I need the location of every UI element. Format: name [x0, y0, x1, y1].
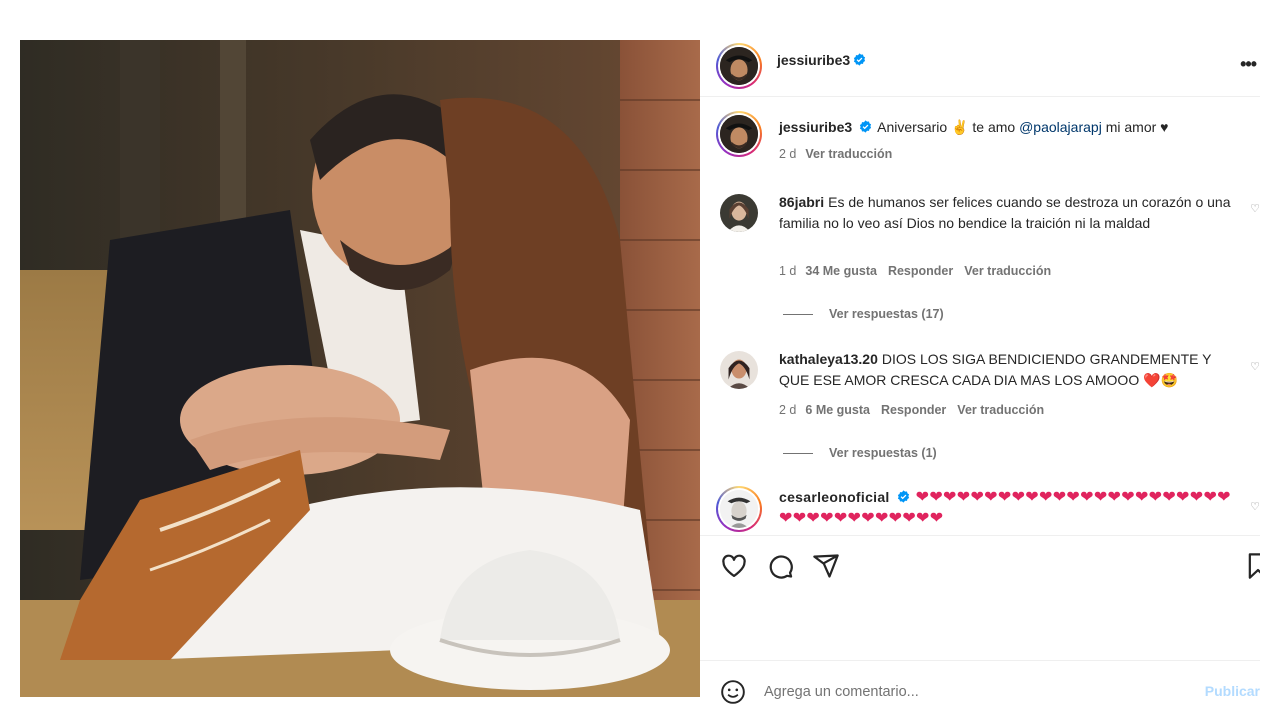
bookmark-icon[interactable] — [1244, 552, 1260, 580]
caption-meta: 2 d Ver traducción — [779, 147, 903, 161]
view-replies-button[interactable]: Ver respuestas (17) — [783, 307, 944, 321]
view-replies-button[interactable]: Ver respuestas (1) — [783, 446, 937, 460]
comment-time[interactable]: 1 d — [779, 264, 796, 278]
comment-text: cesarleonoficial ❤❤❤❤❤❤❤❤❤❤❤❤❤❤❤❤❤❤❤❤❤❤❤❤… — [779, 487, 1239, 535]
author-username[interactable]: jessiuribe3 — [777, 52, 850, 68]
comment-reply-button[interactable]: Responder — [888, 264, 953, 278]
comment-username[interactable]: cesarleonoficial — [779, 489, 890, 505]
verified-badge-icon — [853, 53, 866, 66]
comment-reply-button[interactable]: Responder — [881, 403, 946, 417]
caption-username[interactable]: jessiuribe3 — [779, 119, 852, 135]
author-avatar[interactable] — [716, 43, 762, 89]
caption-avatar[interactable] — [716, 111, 762, 157]
replies-divider — [783, 453, 813, 455]
verified-badge-icon — [897, 490, 910, 503]
comment-meta: 1 d 34 Me gusta Responder Ver traducción — [779, 264, 1062, 278]
comment-like-heart-icon[interactable]: ♡ — [1250, 202, 1260, 215]
comment-input[interactable] — [764, 679, 1184, 705]
emoji-icon[interactable] — [720, 679, 746, 705]
comment-likes[interactable]: 6 Me gusta — [805, 403, 870, 417]
comment-avatar[interactable] — [716, 486, 762, 532]
more-options-icon[interactable]: ••• — [1240, 54, 1257, 75]
comment-text: 86jabri Es de humanos ser felices cuando … — [779, 192, 1234, 234]
comment-like-heart-icon[interactable]: ♡ — [1250, 500, 1260, 513]
caption-text-before: Aniversario ✌ te amo — [877, 119, 1020, 135]
share-icon[interactable] — [812, 552, 840, 580]
comment-translate-link[interactable]: Ver traducción — [964, 264, 1051, 278]
comment-time[interactable]: 2 d — [779, 403, 796, 417]
comment-body: Es de humanos ser felices cuando se dest… — [779, 194, 1231, 231]
caption-time[interactable]: 2 d — [779, 147, 796, 161]
caption-translate-link[interactable]: Ver traducción — [805, 147, 892, 161]
caption-text: jessiuribe3 Aniversario ✌ te amo @paolaja… — [779, 117, 1239, 138]
comments-list: jessiuribe3 Aniversario ✌ te amo @paolaja… — [700, 97, 1260, 535]
verified-badge-icon — [859, 120, 872, 133]
comment-translate-link[interactable]: Ver traducción — [957, 403, 1044, 417]
comment-text: kathaleya13.20 DIOS LOS SIGA BENDICIENDO … — [779, 349, 1239, 391]
post-header: jessiuribe3 ••• — [700, 40, 1260, 97]
post-side-panel: jessiuribe3 ••• jessiuribe3 Aniversario ✌… — [700, 40, 1260, 721]
comment-username[interactable]: 86jabri — [779, 194, 824, 210]
action-bar — [700, 535, 1260, 655]
couple-photo-image — [20, 40, 700, 697]
add-comment-bar: Publicar — [700, 660, 1260, 721]
comment-avatar[interactable] — [720, 351, 758, 389]
comment-icon[interactable] — [766, 552, 794, 580]
replies-divider — [783, 314, 813, 316]
caption-mention-link[interactable]: @paolajarapj — [1019, 119, 1102, 135]
post-photo[interactable] — [20, 40, 700, 697]
view-replies-label: Ver respuestas (1) — [829, 446, 937, 460]
comment-likes[interactable]: 34 Me gusta — [805, 264, 877, 278]
publish-button[interactable]: Publicar — [1205, 683, 1260, 699]
caption-text-after: mi amor ♥ — [1101, 119, 1169, 135]
comment-username[interactable]: kathaleya13.20 — [779, 351, 878, 367]
heart-icon[interactable] — [720, 552, 748, 580]
view-replies-label: Ver respuestas (17) — [829, 307, 944, 321]
comment-like-heart-icon[interactable]: ♡ — [1250, 360, 1260, 373]
comment-meta: 2 d 6 Me gusta Responder Ver traducción — [779, 403, 1055, 417]
comment-avatar[interactable] — [720, 194, 758, 232]
